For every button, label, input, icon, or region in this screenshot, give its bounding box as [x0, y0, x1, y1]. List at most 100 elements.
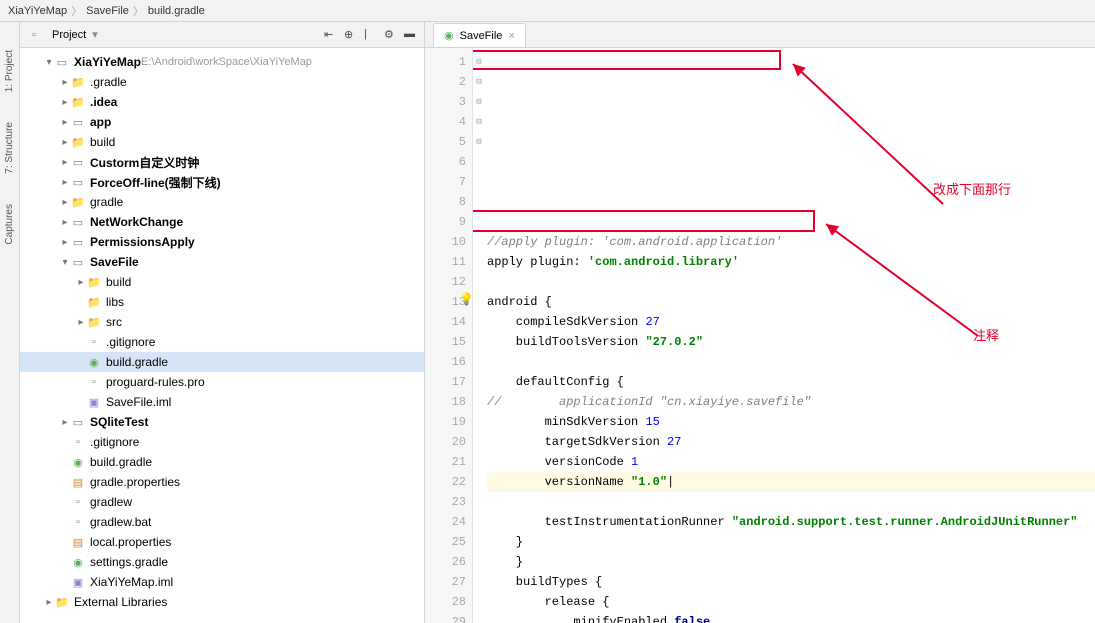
project-tree[interactable]: ▾▭XiaYiYeMap E:\Android\workSpace\XiaYiY…: [20, 48, 424, 623]
expand-icon[interactable]: ▸: [60, 117, 70, 128]
tab-label: SaveFile: [460, 30, 503, 42]
breadcrumb-item[interactable]: build.gradle: [148, 5, 205, 17]
iml-ic-icon: ▣: [86, 394, 102, 410]
side-tab-structure[interactable]: 7: Structure: [4, 122, 15, 174]
tree-row[interactable]: ▫gradlew.bat: [20, 512, 424, 532]
code-line[interactable]: [487, 492, 1095, 512]
tree-row[interactable]: ▸📁src: [20, 312, 424, 332]
tree-row[interactable]: ▸📁External Libraries: [20, 592, 424, 612]
tree-label: .gitignore: [106, 335, 155, 349]
expand-icon[interactable]: ▸: [76, 277, 86, 288]
mod-icon: ▭: [70, 214, 86, 230]
code-line[interactable]: }: [487, 532, 1095, 552]
tree-row[interactable]: ▸▭ForceOff-line(强制下线): [20, 172, 424, 192]
code-line[interactable]: //apply plugin: 'com.android.application…: [487, 232, 1095, 252]
folder-icon: 📁: [86, 314, 102, 330]
side-tab-project[interactable]: 1: Project: [4, 50, 15, 92]
expand-icon[interactable]: ▸: [44, 597, 54, 608]
side-tab-captures[interactable]: Captures: [4, 204, 15, 245]
tree-row[interactable]: ▸▭PermissionsApply: [20, 232, 424, 252]
gutter[interactable]: 1 2 3 4 5 6 7 8 9 10 11 12 13 14 15 16 1…: [425, 48, 473, 623]
expand-icon[interactable]: ▸: [60, 157, 70, 168]
tree-row[interactable]: ▾▭XiaYiYeMap E:\Android\workSpace\XiaYiY…: [20, 52, 424, 72]
breadcrumb-item[interactable]: SaveFile: [86, 5, 129, 17]
code-line[interactable]: versionName "1.0"|: [487, 472, 1095, 492]
gear-icon[interactable]: ⚙: [384, 28, 398, 42]
tree-row[interactable]: ▣ SaveFile.iml: [20, 392, 424, 412]
bulb-icon[interactable]: 💡: [459, 292, 474, 307]
tree-label: ForceOff-line(强制下线): [90, 174, 221, 191]
tree-row[interactable]: ▾▭SaveFile: [20, 252, 424, 272]
code-area[interactable]: 改成下面那行 注释 //apply plugin: 'com.android.a…: [473, 48, 1095, 623]
tree-row[interactable]: ▸📁build: [20, 272, 424, 292]
tree-row[interactable]: ▸📁build: [20, 132, 424, 152]
tree-row[interactable]: ▸▭Custorm自定义时钟: [20, 152, 424, 172]
code-line[interactable]: }: [487, 552, 1095, 572]
target-icon[interactable]: ⊕: [344, 28, 358, 42]
expand-icon[interactable]: ▸: [60, 217, 70, 228]
tree-label: proguard-rules.pro: [106, 375, 205, 389]
dropdown-icon[interactable]: ▾: [92, 28, 98, 41]
panel-title: Project: [52, 29, 86, 41]
expand-icon[interactable]: ▾: [60, 257, 70, 268]
code-line[interactable]: buildToolsVersion "27.0.2": [487, 332, 1095, 352]
tree-row[interactable]: ▸▭SQliteTest: [20, 412, 424, 432]
code-line[interactable]: release {: [487, 592, 1095, 612]
tree-row[interactable]: ▸▭app: [20, 112, 424, 132]
expand-icon[interactable]: ▸: [60, 237, 70, 248]
tree-label: build.gradle: [90, 455, 152, 469]
editor-panel: ◉ SaveFile × 1 2 3 4 5 6 7 8 9 10 11 12 …: [425, 22, 1095, 623]
breadcrumb: XiaYiYeMap 〉 SaveFile 〉 build.gradle: [0, 0, 1095, 22]
tree-row[interactable]: ▤gradle.properties: [20, 472, 424, 492]
tree-label: .gradle: [90, 75, 127, 89]
code-line[interactable]: apply plugin: 'com.android.library': [487, 252, 1095, 272]
tree-row[interactable]: ▤local.properties: [20, 532, 424, 552]
code-line[interactable]: android {: [487, 292, 1095, 312]
expand-icon[interactable]: ▸: [60, 197, 70, 208]
minimize-icon[interactable]: ▬: [404, 28, 418, 42]
editor-body[interactable]: 1 2 3 4 5 6 7 8 9 10 11 12 13 14 15 16 1…: [425, 48, 1095, 623]
tree-row[interactable]: ▫proguard-rules.pro: [20, 372, 424, 392]
tree-row[interactable]: ▸📁gradle: [20, 192, 424, 212]
tree-row[interactable]: ◉ settings.gradle: [20, 552, 424, 572]
tree-row[interactable]: ▣XiaYiYeMap.iml: [20, 572, 424, 592]
expand-icon[interactable]: ▸: [76, 317, 86, 328]
annotation-box-1: [473, 50, 781, 70]
tree-row[interactable]: ▫.gitignore: [20, 432, 424, 452]
tree-label: XiaYiYeMap: [74, 55, 141, 69]
expand-icon[interactable]: ▸: [60, 137, 70, 148]
tree-row[interactable]: ▫.gitignore: [20, 332, 424, 352]
tree-label: SaveFile.iml: [106, 395, 171, 409]
tree-row[interactable]: ◉build.gradle: [20, 352, 424, 372]
code-line[interactable]: testInstrumentationRunner "android.suppo…: [487, 512, 1095, 532]
code-line[interactable]: minSdkVersion 15: [487, 412, 1095, 432]
editor-tab-savefile[interactable]: ◉ SaveFile ×: [433, 23, 526, 47]
gradle-ic-icon: ◉: [70, 554, 86, 570]
expand-icon[interactable]: ▸: [60, 417, 70, 428]
expand-icon[interactable]: ▸: [60, 97, 70, 108]
tree-row[interactable]: ▸📁.idea: [20, 92, 424, 112]
code-line[interactable]: [487, 352, 1095, 372]
tree-label: settings.gradle: [90, 555, 168, 569]
tree-row[interactable]: 📁libs: [20, 292, 424, 312]
tree-row[interactable]: ▸▭NetWorkChange: [20, 212, 424, 232]
code-line[interactable]: targetSdkVersion 27: [487, 432, 1095, 452]
code-line[interactable]: // applicationId "cn.xiayiye.savefile": [487, 392, 1095, 412]
collapse-icon[interactable]: ⇤: [324, 28, 338, 42]
tree-row[interactable]: ▸📁.gradle: [20, 72, 424, 92]
code-line[interactable]: minifyEnabled false: [487, 612, 1095, 623]
tool-window-tabs-left: 1: Project 7: Structure Captures: [0, 22, 20, 623]
file-icon: ▫: [70, 434, 86, 450]
expand-icon[interactable]: ▸: [60, 77, 70, 88]
code-line[interactable]: versionCode 1: [487, 452, 1095, 472]
breadcrumb-item[interactable]: XiaYiYeMap: [8, 5, 67, 17]
tree-row[interactable]: ▫gradlew: [20, 492, 424, 512]
close-icon[interactable]: ×: [508, 30, 514, 42]
code-line[interactable]: defaultConfig {: [487, 372, 1095, 392]
tree-row[interactable]: ◉build.gradle: [20, 452, 424, 472]
code-line[interactable]: [487, 272, 1095, 292]
expand-icon[interactable]: ▾: [44, 57, 54, 68]
code-line[interactable]: buildTypes {: [487, 572, 1095, 592]
code-line[interactable]: compileSdkVersion 27: [487, 312, 1095, 332]
expand-icon[interactable]: ▸: [60, 177, 70, 188]
